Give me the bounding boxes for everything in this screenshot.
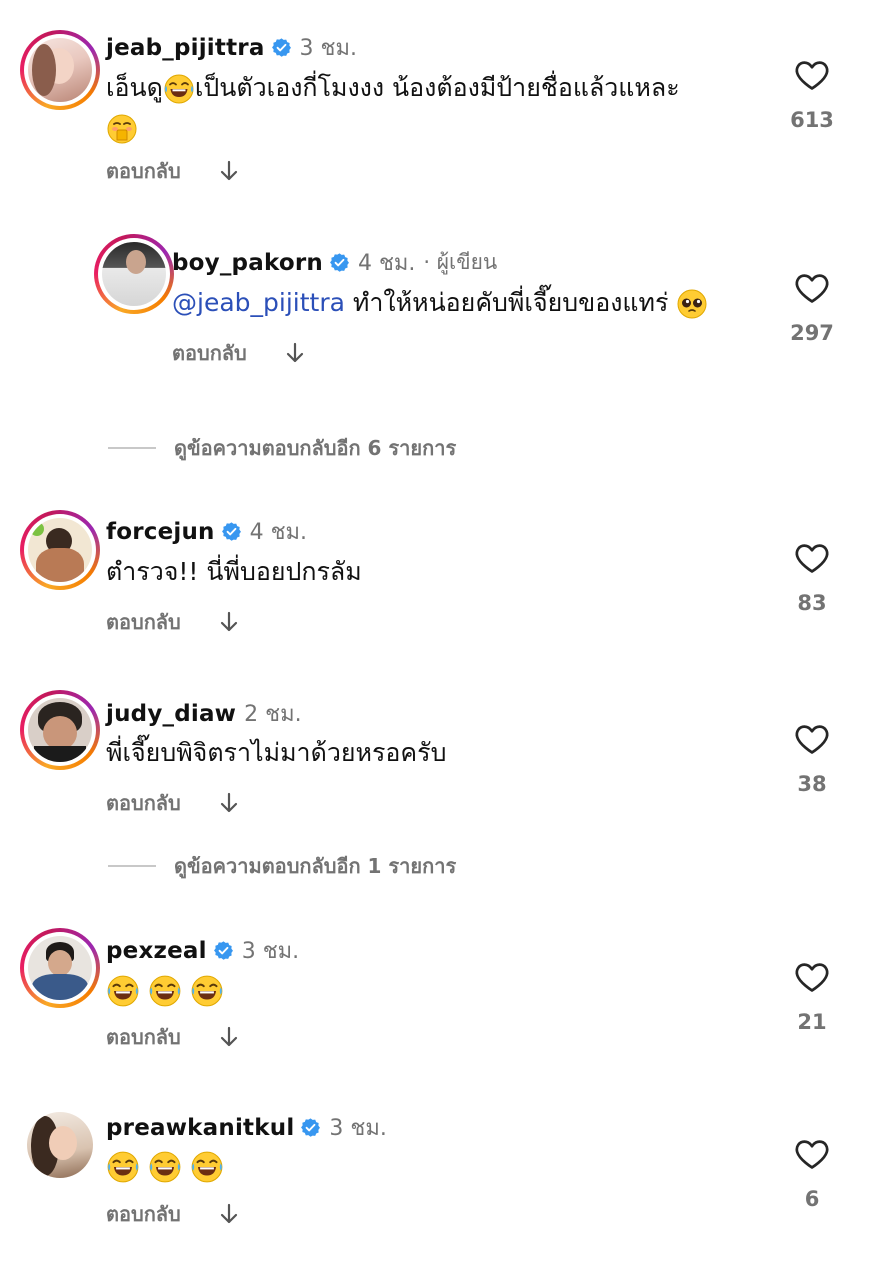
mention-link[interactable]: @jeab_pijittra: [172, 288, 345, 317]
reply-button[interactable]: ตอบกลับ: [106, 606, 181, 638]
verified-badge-icon: [221, 521, 242, 542]
username[interactable]: pexzeal: [106, 938, 207, 964]
heart-icon[interactable]: [793, 720, 831, 758]
heart-icon[interactable]: [793, 1135, 831, 1173]
heart-icon[interactable]: [793, 269, 831, 307]
laughing-emoji-icon: [148, 974, 182, 1008]
laughing-emoji-icon: [106, 1150, 140, 1184]
laughing-emoji-icon: [190, 1150, 224, 1184]
heart-icon[interactable]: [793, 958, 831, 996]
heart-icon[interactable]: [793, 56, 831, 94]
view-more-replies[interactable]: ดูข้อความตอบกลับอีก 1 รายการ: [108, 850, 456, 882]
shy-emoji-icon: [106, 113, 138, 145]
laughing-emoji-icon: [106, 974, 140, 1008]
verified-badge-icon: [213, 940, 234, 961]
arrow-down-icon[interactable]: [217, 1201, 241, 1227]
reply-button[interactable]: ตอบกลับ: [106, 787, 181, 819]
comment-text: ตำรวจ!! นี่พี่บอยปกรลัม: [106, 557, 362, 586]
pleading-emoji-icon: [676, 288, 708, 320]
laughing-emoji-icon: [190, 974, 224, 1008]
comment-time: 3 ชม.: [329, 1116, 387, 1141]
reply-button[interactable]: ตอบกลับ: [106, 1021, 181, 1053]
like-count: 297: [790, 321, 834, 345]
arrow-down-icon[interactable]: [217, 158, 241, 184]
comment-time: 4 ชม.: [249, 520, 308, 545]
verified-badge-icon: [329, 252, 350, 273]
comment-text: @jeab_pijittra ทำให้หน่อยคับพี่เจี๊ยบของ…: [172, 283, 708, 323]
arrow-down-icon[interactable]: [217, 790, 241, 816]
comment-time: 4 ชม.: [357, 251, 416, 276]
avatar[interactable]: [20, 1105, 100, 1185]
reply-button[interactable]: ตอบกลับ: [106, 1198, 181, 1230]
divider: [108, 865, 156, 867]
view-more-replies-label: ดูข้อความตอบกลับอีก 1 รายการ: [174, 854, 457, 878]
username[interactable]: forcejun: [106, 519, 215, 545]
arrow-down-icon[interactable]: [283, 340, 307, 366]
comment-time: 2 ชม.: [244, 702, 302, 727]
comment-time: 3 ชม.: [241, 939, 300, 964]
verified-badge-icon: [271, 37, 292, 58]
avatar[interactable]: [20, 510, 100, 590]
like-count: 38: [797, 772, 827, 796]
arrow-down-icon[interactable]: [217, 1024, 241, 1050]
comment-time: 3 ชม.: [299, 36, 357, 61]
view-more-replies[interactable]: ดูข้อความตอบกลับอีก 6 รายการ: [108, 432, 456, 464]
avatar[interactable]: [20, 30, 100, 110]
like-count: 83: [797, 591, 827, 615]
username[interactable]: judy_diaw: [106, 701, 236, 727]
comment-text: พี่เจี๊ยบพิจิตราไม่มาด้วยหรอครับ: [106, 738, 447, 767]
heart-icon[interactable]: [793, 539, 831, 577]
username[interactable]: boy_pakorn: [172, 250, 323, 276]
reply-button[interactable]: ตอบกลับ: [106, 155, 181, 187]
avatar[interactable]: [94, 234, 174, 314]
username[interactable]: jeab_pijittra: [106, 35, 265, 61]
comment-text: [106, 1146, 224, 1186]
author-tag: · ผู้เขียน: [423, 250, 498, 274]
avatar[interactable]: [20, 690, 100, 770]
like-count: 6: [804, 1187, 820, 1211]
like-count: 21: [797, 1010, 827, 1034]
avatar[interactable]: [20, 928, 100, 1008]
verified-badge-icon: [300, 1117, 321, 1138]
reply-button[interactable]: ตอบกลับ: [172, 337, 247, 369]
username[interactable]: preawkanitkul: [106, 1115, 294, 1141]
comment-text: เอ็นดู เป็นตัวเองกี่โมงงง น้องต้องมีป้ายช…: [106, 68, 680, 148]
laughing-emoji-icon: [163, 73, 195, 105]
laughing-emoji-icon: [148, 1150, 182, 1184]
arrow-down-icon[interactable]: [217, 609, 241, 635]
view-more-replies-label: ดูข้อความตอบกลับอีก 6 รายการ: [174, 436, 457, 460]
divider: [108, 447, 156, 449]
like-count: 613: [790, 108, 834, 132]
comment-text: [106, 970, 224, 1010]
